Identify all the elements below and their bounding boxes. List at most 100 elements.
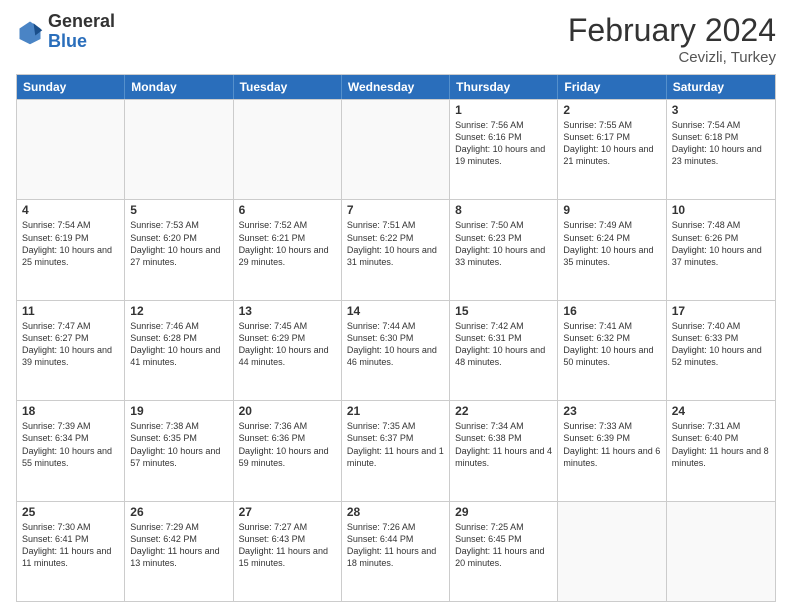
day-number: 9 [563, 203, 660, 217]
cell-info: Sunrise: 7:54 AM Sunset: 6:18 PM Dayligh… [672, 119, 770, 168]
cell-info: Sunrise: 7:54 AM Sunset: 6:19 PM Dayligh… [22, 219, 119, 268]
cell-info: Sunrise: 7:40 AM Sunset: 6:33 PM Dayligh… [672, 320, 770, 369]
cell-info: Sunrise: 7:49 AM Sunset: 6:24 PM Dayligh… [563, 219, 660, 268]
cell-info: Sunrise: 7:38 AM Sunset: 6:35 PM Dayligh… [130, 420, 227, 469]
day-number: 28 [347, 505, 444, 519]
logo-general: General [48, 11, 115, 31]
logo-icon [16, 18, 44, 46]
cal-cell: 13 Sunrise: 7:45 AM Sunset: 6:29 PM Dayli… [234, 301, 342, 400]
cal-cell: 27Sunrise: 7:27 AM Sunset: 6:43 PM Dayli… [234, 502, 342, 601]
cal-cell: 25Sunrise: 7:30 AM Sunset: 6:41 PM Dayli… [17, 502, 125, 601]
day-number: 17 [672, 304, 770, 318]
header: General Blue February 2024 Cevizli, Turk… [16, 12, 776, 66]
day-number: 16 [563, 304, 660, 318]
cal-cell: 23 Sunrise: 7:33 AM Sunset: 6:39 PM Dayli… [558, 401, 666, 500]
day-number: 8 [455, 203, 552, 217]
day-number: 2 [563, 103, 660, 117]
cal-week-2: 11 Sunrise: 7:47 AM Sunset: 6:27 PM Dayli… [17, 300, 775, 400]
cell-info: Sunrise: 7:47 AM Sunset: 6:27 PM Dayligh… [22, 320, 119, 369]
page: General Blue February 2024 Cevizli, Turk… [0, 0, 792, 612]
cal-cell: 9 Sunrise: 7:49 AM Sunset: 6:24 PM Daylig… [558, 200, 666, 299]
day-number: 3 [672, 103, 770, 117]
cal-cell: 17 Sunrise: 7:40 AM Sunset: 6:33 PM Dayli… [667, 301, 775, 400]
cal-header-saturday: Saturday [667, 75, 775, 99]
cell-info: Sunrise: 7:39 AM Sunset: 6:34 PM Dayligh… [22, 420, 119, 469]
cal-cell: 21 Sunrise: 7:35 AM Sunset: 6:37 PM Dayli… [342, 401, 450, 500]
cal-cell: 11 Sunrise: 7:47 AM Sunset: 6:27 PM Dayli… [17, 301, 125, 400]
day-number: 25 [22, 505, 119, 519]
cell-info: Sunrise: 7:34 AM Sunset: 6:38 PM Dayligh… [455, 420, 552, 469]
cal-cell: 20 Sunrise: 7:36 AM Sunset: 6:36 PM Dayli… [234, 401, 342, 500]
title-block: February 2024 Cevizli, Turkey [568, 12, 776, 66]
cal-cell: 1 Sunrise: 7:56 AM Sunset: 6:16 PM Daylig… [450, 100, 558, 199]
cell-info: Sunrise: 7:25 AM Sunset: 6:45 PM Dayligh… [455, 521, 552, 570]
day-number: 12 [130, 304, 227, 318]
cal-cell [234, 100, 342, 199]
day-number: 29 [455, 505, 552, 519]
cal-cell: 7 Sunrise: 7:51 AM Sunset: 6:22 PM Daylig… [342, 200, 450, 299]
cell-info: Sunrise: 7:46 AM Sunset: 6:28 PM Dayligh… [130, 320, 227, 369]
cal-cell: 18 Sunrise: 7:39 AM Sunset: 6:34 PM Dayli… [17, 401, 125, 500]
day-number: 15 [455, 304, 552, 318]
calendar-header-row: SundayMondayTuesdayWednesdayThursdayFrid… [17, 75, 775, 99]
cal-cell: 16 Sunrise: 7:41 AM Sunset: 6:32 PM Dayli… [558, 301, 666, 400]
cal-week-3: 18 Sunrise: 7:39 AM Sunset: 6:34 PM Dayli… [17, 400, 775, 500]
cal-cell: 14 Sunrise: 7:44 AM Sunset: 6:30 PM Dayli… [342, 301, 450, 400]
day-number: 7 [347, 203, 444, 217]
cell-info: Sunrise: 7:56 AM Sunset: 6:16 PM Dayligh… [455, 119, 552, 168]
day-number: 14 [347, 304, 444, 318]
cell-info: Sunrise: 7:42 AM Sunset: 6:31 PM Dayligh… [455, 320, 552, 369]
cell-info: Sunrise: 7:45 AM Sunset: 6:29 PM Dayligh… [239, 320, 336, 369]
cell-info: Sunrise: 7:31 AM Sunset: 6:40 PM Dayligh… [672, 420, 770, 469]
cal-cell: 12 Sunrise: 7:46 AM Sunset: 6:28 PM Dayli… [125, 301, 233, 400]
day-number: 21 [347, 404, 444, 418]
cal-cell [17, 100, 125, 199]
day-number: 24 [672, 404, 770, 418]
day-number: 5 [130, 203, 227, 217]
cal-header-friday: Friday [558, 75, 666, 99]
cell-info: Sunrise: 7:26 AM Sunset: 6:44 PM Dayligh… [347, 521, 444, 570]
cal-cell: 24 Sunrise: 7:31 AM Sunset: 6:40 PM Dayli… [667, 401, 775, 500]
day-number: 4 [22, 203, 119, 217]
cell-info: Sunrise: 7:52 AM Sunset: 6:21 PM Dayligh… [239, 219, 336, 268]
calendar-body: 1 Sunrise: 7:56 AM Sunset: 6:16 PM Daylig… [17, 99, 775, 601]
cell-info: Sunrise: 7:41 AM Sunset: 6:32 PM Dayligh… [563, 320, 660, 369]
cal-cell: 19 Sunrise: 7:38 AM Sunset: 6:35 PM Dayli… [125, 401, 233, 500]
subtitle: Cevizli, Turkey [568, 49, 776, 66]
day-number: 19 [130, 404, 227, 418]
day-number: 23 [563, 404, 660, 418]
cell-info: Sunrise: 7:27 AM Sunset: 6:43 PM Dayligh… [239, 521, 336, 570]
cal-cell: 26Sunrise: 7:29 AM Sunset: 6:42 PM Dayli… [125, 502, 233, 601]
cal-cell [342, 100, 450, 199]
day-number: 20 [239, 404, 336, 418]
day-number: 11 [22, 304, 119, 318]
day-number: 1 [455, 103, 552, 117]
cell-info: Sunrise: 7:35 AM Sunset: 6:37 PM Dayligh… [347, 420, 444, 469]
cal-cell: 15 Sunrise: 7:42 AM Sunset: 6:31 PM Dayli… [450, 301, 558, 400]
cell-info: Sunrise: 7:50 AM Sunset: 6:23 PM Dayligh… [455, 219, 552, 268]
cal-header-thursday: Thursday [450, 75, 558, 99]
cell-info: Sunrise: 7:44 AM Sunset: 6:30 PM Dayligh… [347, 320, 444, 369]
day-number: 13 [239, 304, 336, 318]
cal-cell: 28 Sunrise: 7:26 AM Sunset: 6:44 PM Dayli… [342, 502, 450, 601]
cell-info: Sunrise: 7:36 AM Sunset: 6:36 PM Dayligh… [239, 420, 336, 469]
cal-cell: 3 Sunrise: 7:54 AM Sunset: 6:18 PM Daylig… [667, 100, 775, 199]
cal-header-tuesday: Tuesday [234, 75, 342, 99]
cal-cell: 6 Sunrise: 7:52 AM Sunset: 6:21 PM Daylig… [234, 200, 342, 299]
cal-cell: 2Sunrise: 7:55 AM Sunset: 6:17 PM Daylig… [558, 100, 666, 199]
logo: General Blue [16, 12, 115, 52]
day-number: 6 [239, 203, 336, 217]
cal-cell [667, 502, 775, 601]
cell-info: Sunrise: 7:29 AM Sunset: 6:42 PM Dayligh… [130, 521, 227, 570]
cal-header-wednesday: Wednesday [342, 75, 450, 99]
day-number: 10 [672, 203, 770, 217]
day-number: 18 [22, 404, 119, 418]
main-title: February 2024 [568, 12, 776, 49]
cell-info: Sunrise: 7:51 AM Sunset: 6:22 PM Dayligh… [347, 219, 444, 268]
logo-blue: Blue [48, 31, 87, 51]
cal-cell: 8 Sunrise: 7:50 AM Sunset: 6:23 PM Daylig… [450, 200, 558, 299]
cell-info: Sunrise: 7:33 AM Sunset: 6:39 PM Dayligh… [563, 420, 660, 469]
day-number: 22 [455, 404, 552, 418]
cal-header-monday: Monday [125, 75, 233, 99]
cal-week-4: 25Sunrise: 7:30 AM Sunset: 6:41 PM Dayli… [17, 501, 775, 601]
